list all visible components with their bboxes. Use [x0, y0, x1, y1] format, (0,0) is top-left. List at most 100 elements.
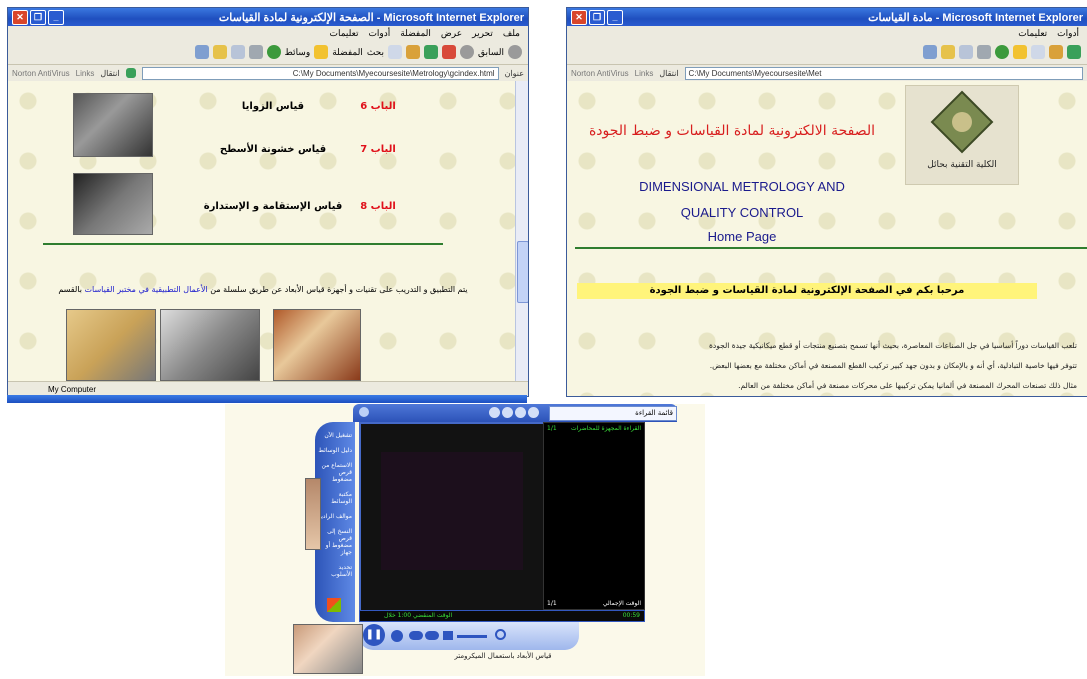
- media-icon[interactable]: [266, 45, 281, 59]
- row-label-angles[interactable]: قياس الزوايا: [208, 101, 338, 112]
- dial-gauge-photo: [160, 309, 260, 381]
- refresh-icon[interactable]: [1067, 45, 1081, 59]
- back-label[interactable]: السابق: [478, 47, 504, 58]
- menu-item-help[interactable]: تعليمات: [1018, 28, 1047, 39]
- close-icon[interactable]: ✕: [571, 10, 587, 25]
- menu-item-tools[interactable]: أدوات: [1057, 28, 1079, 39]
- mail-icon[interactable]: [230, 45, 245, 59]
- favorites-icon[interactable]: [1013, 45, 1027, 59]
- ie-window-left: ✕ ❐ _ الصفحة الإلكترونية لمادة القياسات …: [7, 7, 529, 397]
- playlist-dropdown[interactable]: قائمة القراءة: [549, 406, 677, 421]
- favorites-label[interactable]: المفضلة: [332, 47, 363, 58]
- nav-radio-tuner[interactable]: موالف الراديو: [315, 505, 355, 520]
- minimize-icon[interactable]: _: [607, 10, 623, 25]
- nav-now-playing[interactable]: تشغيل الآن: [315, 422, 355, 439]
- player-restore-icon[interactable]: [502, 407, 513, 418]
- windows-logo-icon: [327, 598, 341, 612]
- search-icon[interactable]: [1031, 45, 1045, 59]
- scrollbar-thumb-left[interactable]: [517, 241, 528, 303]
- nav-skin-chooser[interactable]: تحديد الأسلوب: [315, 556, 355, 578]
- toolbar-left: وسائط المفضلة بحث السابق: [8, 40, 528, 65]
- print-icon[interactable]: [248, 45, 263, 59]
- side-hand-photo: [305, 478, 321, 550]
- nav-media-library[interactable]: مكتبة الوسائط: [315, 483, 355, 505]
- go-icon[interactable]: [125, 68, 136, 78]
- page-content-left: قياس الزوايا الباب 6 قياس خشونة الأسطح ا…: [8, 81, 528, 382]
- nav-media-guide[interactable]: دليل الوسائط: [315, 439, 355, 454]
- row-num-6[interactable]: الباب 6: [353, 101, 403, 112]
- go-label[interactable]: انتقال: [100, 69, 119, 78]
- address-bar-left: Norton AntiVirus Links انتقال C:\My Docu…: [8, 65, 528, 82]
- mute-button[interactable]: [443, 631, 453, 640]
- next-button[interactable]: [425, 631, 439, 640]
- refresh-icon[interactable]: [423, 45, 438, 59]
- menu-item-tools[interactable]: أدوات: [368, 28, 390, 39]
- intro-line-3: مثال ذلك تصنعات المحرك المصنعة في ألماني…: [738, 381, 1077, 390]
- links-label[interactable]: Links: [76, 69, 95, 78]
- status-text-left: My Computer: [48, 384, 97, 394]
- forward-icon[interactable]: [459, 45, 474, 59]
- search-icon[interactable]: [387, 45, 402, 59]
- seek-status: الوقت المنقضي 1:00 خلال: [384, 612, 453, 619]
- restore-icon[interactable]: ❐: [30, 10, 46, 25]
- folder-icon[interactable]: [212, 45, 227, 59]
- address-input-left[interactable]: C:\My Documents\Myecoursesite\Metrology\…: [141, 66, 499, 80]
- go-label[interactable]: انتقال: [659, 69, 678, 78]
- search-icon[interactable]: [495, 629, 506, 640]
- scrollbar-left[interactable]: [515, 81, 528, 382]
- video-area[interactable]: [359, 422, 545, 612]
- title-bar-left[interactable]: ✕ ❐ _ الصفحة الإلكترونية لمادة القياسات …: [8, 8, 528, 26]
- mail-icon[interactable]: [959, 45, 973, 59]
- menu-item-file[interactable]: ملف: [503, 28, 520, 39]
- media-player-window: تشغيل الآن دليل الوسائط الاستماع من قرص …: [225, 404, 705, 676]
- norton-label[interactable]: Norton AntiVirus: [571, 69, 629, 78]
- menu-item-favorites[interactable]: المفضلة: [400, 28, 431, 39]
- restore-icon[interactable]: ❐: [589, 10, 605, 25]
- row-label-roughness[interactable]: قياس خشونة الأسطح: [208, 144, 338, 155]
- menu-item-view[interactable]: عرض: [441, 28, 462, 39]
- favorites-icon[interactable]: [314, 45, 329, 59]
- player-maximize-icon[interactable]: [515, 407, 526, 418]
- search-label[interactable]: بحث: [367, 47, 384, 58]
- player-menu-icon[interactable]: [359, 407, 369, 417]
- row-num-7[interactable]: الباب 7: [353, 144, 403, 155]
- nav-copy-from-cd[interactable]: الاستماع من قرص مضغوط: [315, 454, 355, 483]
- print-icon[interactable]: [977, 45, 991, 59]
- title-bar-right[interactable]: ✕ ❐ _ مادة القياسات - Microsoft Internet…: [567, 8, 1087, 26]
- controls-bar: ❚❚: [359, 622, 579, 650]
- menu-item-edit[interactable]: تحرير: [472, 28, 493, 39]
- labs-link[interactable]: الأعمال التطبيقية في مختبر القياسات: [84, 285, 207, 294]
- media-label[interactable]: وسائط: [285, 47, 311, 58]
- seek-bar[interactable]: الوقت المنقضي 1:00 خلال 00:59: [359, 610, 645, 622]
- back-icon[interactable]: [508, 45, 522, 59]
- elapsed-time: 00:59: [622, 612, 640, 619]
- history-icon[interactable]: [194, 45, 209, 59]
- player-minimize-icon[interactable]: [489, 407, 500, 418]
- player-close-icon[interactable]: [528, 407, 539, 418]
- home-icon[interactable]: [405, 45, 420, 59]
- protractor-photo: [73, 93, 153, 157]
- home-icon[interactable]: [1049, 45, 1063, 59]
- minimize-icon[interactable]: _: [48, 10, 64, 25]
- close-icon[interactable]: ✕: [12, 10, 28, 25]
- previous-button[interactable]: [409, 631, 423, 640]
- stop-icon[interactable]: [441, 45, 456, 59]
- volume-slider[interactable]: [457, 635, 487, 638]
- folder-icon[interactable]: [941, 45, 955, 59]
- total-time-value: 1/1: [547, 600, 557, 607]
- taskbar[interactable]: [7, 395, 527, 403]
- history-icon[interactable]: [923, 45, 937, 59]
- links-label[interactable]: Links: [635, 69, 654, 78]
- address-input-right[interactable]: C:\My Documents\Myecoursesite\Met: [684, 66, 1083, 80]
- nav-copy-to-cd[interactable]: النسخ إلى قرص مضغوط أو جهاز: [315, 520, 355, 556]
- window-controls-left: ✕ ❐ _: [12, 10, 64, 25]
- playlist-item[interactable]: القراءة المجهزة للمحاضرات 1/1: [544, 423, 644, 434]
- row-num-8[interactable]: الباب 8: [353, 201, 403, 212]
- calipers-photo: [66, 309, 156, 381]
- media-icon[interactable]: [995, 45, 1009, 59]
- menu-item-help[interactable]: تعليمات: [329, 28, 358, 39]
- row-label-straightness[interactable]: قياس الإستقامة و الإستدارة: [203, 201, 343, 212]
- stop-button[interactable]: [391, 630, 403, 642]
- pause-button[interactable]: ❚❚: [363, 624, 385, 646]
- norton-label[interactable]: Norton AntiVirus: [12, 69, 70, 78]
